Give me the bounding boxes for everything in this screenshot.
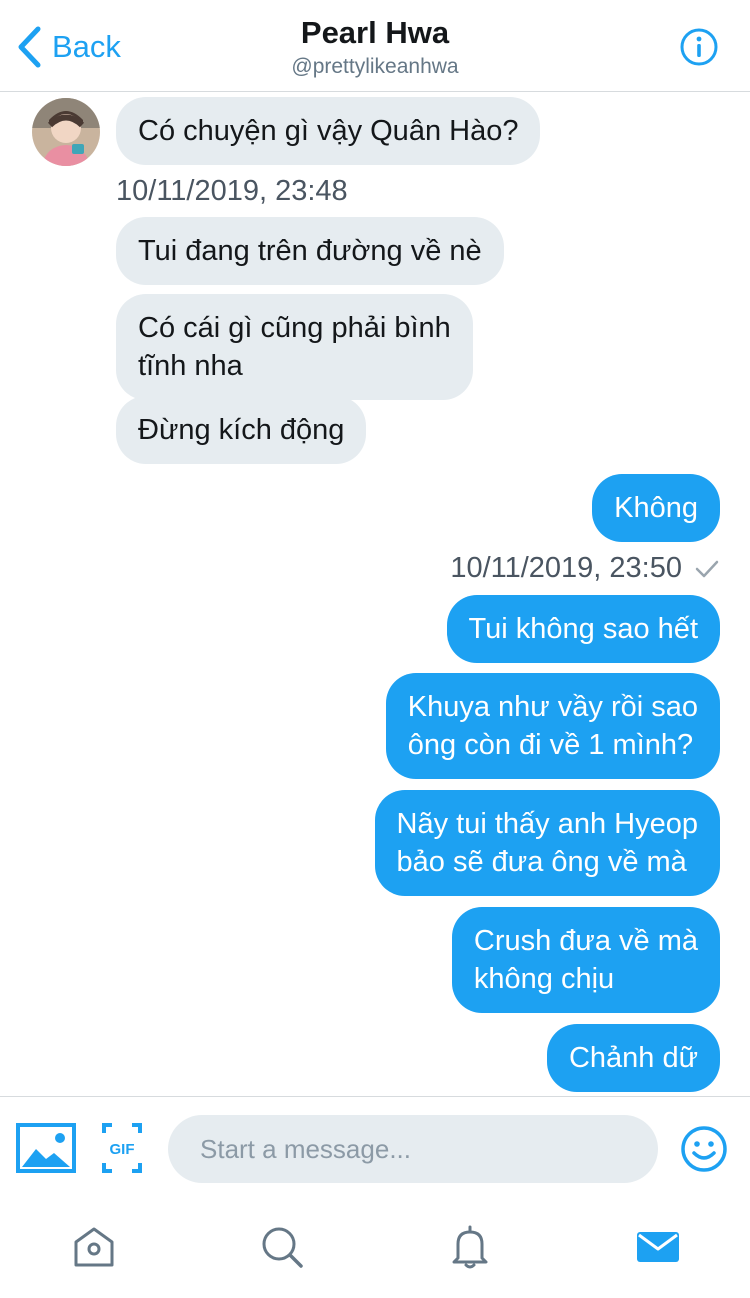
- incoming-message[interactable]: Có chuyện gì vậy Quân Hào?: [116, 97, 541, 165]
- home-icon[interactable]: [71, 1224, 117, 1270]
- conversation-title: Pearl Hwa @prettylikeanhwa: [150, 14, 600, 82]
- outgoing-message[interactable]: Tui không sao hết: [446, 595, 720, 663]
- message-composer: GIF: [0, 1096, 750, 1202]
- conversation-header: Back Pearl Hwa @prettylikeanhwa: [0, 0, 750, 92]
- back-button[interactable]: Back: [16, 22, 121, 72]
- contact-handle: @prettylikeanhwa: [291, 55, 459, 78]
- incoming-message[interactable]: Đừng kích động: [116, 396, 367, 464]
- notifications-icon[interactable]: [447, 1224, 493, 1270]
- chevron-left-icon: [18, 26, 41, 68]
- avatar[interactable]: [32, 98, 100, 166]
- outgoing-message[interactable]: Nãy tui thấy anh Hyeop bảo sẽ đưa ông về…: [374, 790, 720, 896]
- avatar-image: [32, 98, 100, 166]
- incoming-message[interactable]: Có cái gì cũng phải bình tĩnh nha: [116, 294, 473, 400]
- search-icon[interactable]: [259, 1224, 305, 1270]
- messages-icon[interactable]: [635, 1224, 681, 1270]
- message-input[interactable]: [168, 1115, 658, 1183]
- emoji-icon[interactable]: [680, 1125, 728, 1173]
- image-icon[interactable]: [16, 1123, 76, 1173]
- gif-icon[interactable]: GIF: [102, 1123, 142, 1173]
- incoming-message[interactable]: Tui đang trên đường về nè: [116, 217, 504, 285]
- read-check-icon: [695, 561, 719, 578]
- back-label: Back: [52, 29, 121, 64]
- outgoing-message[interactable]: Khuya như vầy rồi sao ông còn đi về 1 mì…: [385, 673, 720, 779]
- outgoing-message[interactable]: Không: [592, 474, 720, 542]
- contact-name: Pearl Hwa: [300, 15, 450, 50]
- outgoing-message[interactable]: Chảnh dữ: [546, 1024, 720, 1092]
- message-timestamp: 10/11/2019, 23:48: [116, 175, 348, 207]
- message-timestamp: 10/11/2019, 23:50: [450, 552, 682, 584]
- message-list[interactable]: Có chuyện gì vậy Quân Hào? 10/11/2019, 2…: [0, 93, 750, 1096]
- tab-bar: [0, 1202, 750, 1298]
- message-timestamp-row: 10/11/2019, 23:50: [450, 549, 720, 587]
- outgoing-message[interactable]: Crush đưa về mà không chịu: [451, 907, 720, 1013]
- gif-label: GIF: [110, 1141, 135, 1158]
- info-icon[interactable]: [680, 28, 718, 66]
